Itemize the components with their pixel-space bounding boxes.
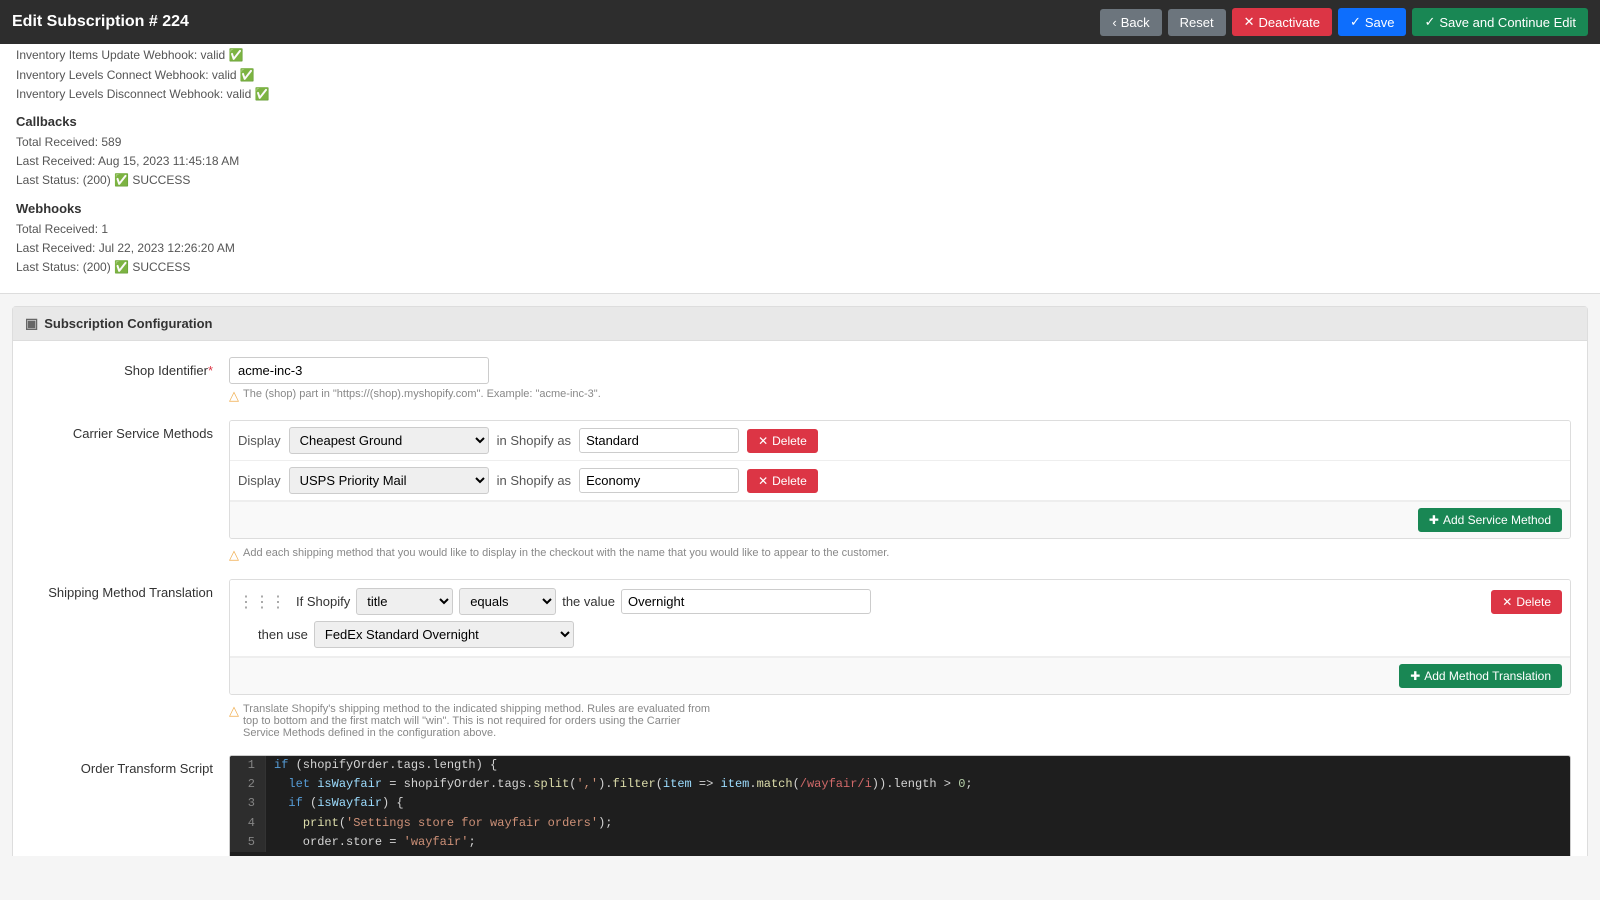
shopify-label-0: in Shopify as — [497, 433, 571, 448]
translation-field-select-0[interactable]: title code description — [356, 588, 453, 615]
x-icon: ✕ — [1244, 14, 1255, 30]
warning-icon-2: △ — [229, 547, 239, 563]
webhooks-total: Total Received: 1 — [16, 220, 1584, 239]
shopify-label-1: in Shopify as — [497, 473, 571, 488]
carrier-row-1: Display Cheapest Ground USPS Priority Ma… — [230, 461, 1570, 501]
reset-button[interactable]: Reset — [1168, 9, 1226, 36]
callbacks-last-status: Last Status: (200) ✅ SUCCESS — [16, 171, 1584, 190]
save-continue-button[interactable]: ✓ Save and Continue Edit — [1412, 8, 1588, 36]
back-icon: ‹ — [1112, 15, 1116, 30]
add-service-method-row: ✚ Add Service Method — [230, 501, 1570, 538]
callbacks-heading: Callbacks — [16, 114, 1584, 129]
check-circle-icon: ✓ — [1424, 14, 1435, 30]
shipping-translation-label: Shipping Method Translation — [29, 579, 229, 600]
display-label-0: Display — [238, 433, 281, 448]
carrier-row-0: Display Cheapest Ground USPS Priority Ma… — [230, 421, 1570, 461]
drag-handle-0[interactable]: ⋮⋮⋮ — [238, 592, 286, 612]
inventory-update-webhook-line: Inventory Items Update Webhook: valid ✅ — [16, 46, 1584, 65]
the-value-label: the value — [562, 594, 615, 609]
add-translation-row: ✚ Add Method Translation — [230, 657, 1570, 694]
if-shopify-label: If Shopify — [296, 594, 350, 609]
plus-circle-icon-2: ✚ — [1410, 669, 1420, 683]
carrier-shopify-input-0[interactable] — [579, 428, 739, 453]
shipping-translation-row: Shipping Method Translation ⋮⋮⋮ If Shopi… — [29, 579, 1571, 739]
code-line-3: 3 if (isWayfair) { — [230, 794, 1570, 813]
shop-identifier-hint: △ The (shop) part in "https://(shop).mys… — [229, 388, 1571, 404]
carrier-delete-button-1[interactable]: ✕ Delete — [747, 469, 818, 493]
action-buttons: ‹ Back Reset ✕ Deactivate ✓ Save ✓ Save … — [1100, 8, 1588, 36]
code-line-4: 4 print('Settings store for wayfair orde… — [230, 814, 1570, 833]
back-button[interactable]: ‹ Back — [1100, 9, 1161, 36]
translation-row-0: ⋮⋮⋮ If Shopify title code description eq… — [230, 580, 1570, 657]
code-line-1: 1 if (shopifyOrder.tags.length) { — [230, 756, 1570, 775]
config-section-header: ▣ Subscription Configuration — [13, 307, 1587, 341]
carrier-display-select-1[interactable]: Cheapest Ground USPS Priority Mail FedEx… — [289, 467, 489, 494]
display-label-1: Display — [238, 473, 281, 488]
webhooks-heading: Webhooks — [16, 201, 1584, 216]
carrier-display-select-0[interactable]: Cheapest Ground USPS Priority Mail FedEx… — [289, 427, 489, 454]
carrier-delete-button-0[interactable]: ✕ Delete — [747, 429, 818, 453]
order-transform-label: Order Transform Script — [29, 755, 229, 776]
translation-condition-select-0[interactable]: equals contains starts_with ends_with — [459, 588, 556, 615]
shop-identifier-input[interactable] — [229, 357, 489, 384]
carrier-hint: △ Add each shipping method that you woul… — [229, 547, 1571, 563]
webhooks-last-status: Last Status: (200) ✅ SUCCESS — [16, 258, 1584, 277]
code-editor[interactable]: 1 if (shopifyOrder.tags.length) { 2 let … — [229, 755, 1571, 856]
order-transform-content: 1 if (shopifyOrder.tags.length) { 2 let … — [229, 755, 1571, 856]
shop-identifier-row: Shop Identifier* △ The (shop) part in "h… — [29, 357, 1571, 404]
add-method-translation-button[interactable]: ✚ Add Method Translation — [1399, 664, 1562, 688]
shop-identifier-label: Shop Identifier* — [29, 357, 229, 378]
webhooks-last-received: Last Received: Jul 22, 2023 12:26:20 AM — [16, 239, 1584, 258]
code-line-5: 5 order.store = 'wayfair'; — [230, 833, 1570, 852]
callbacks-total: Total Received: 589 — [16, 133, 1584, 152]
check-icon: ✓ — [1350, 14, 1361, 30]
inventory-connect-webhook-line: Inventory Levels Connect Webhook: valid … — [16, 66, 1584, 85]
code-line-2: 2 let isWayfair = shopifyOrder.tags.spli… — [230, 775, 1570, 794]
warning-icon: △ — [229, 388, 239, 404]
then-use-select-0[interactable]: FedEx Standard Overnight FedEx 2Day USPS… — [314, 621, 574, 648]
translation-hint-text: Translate Shopify's shipping method to t… — [243, 703, 710, 739]
translation-row-top-0: ⋮⋮⋮ If Shopify title code description eq… — [238, 588, 1562, 615]
carrier-service-methods-content: Display Cheapest Ground USPS Priority Ma… — [229, 420, 1571, 563]
subscription-config-section: ▣ Subscription Configuration Shop Identi… — [12, 306, 1588, 856]
inventory-disconnect-webhook-line: Inventory Levels Disconnect Webhook: val… — [16, 85, 1584, 104]
translation-delete-button-0[interactable]: ✕ Delete — [1491, 590, 1562, 614]
info-section: Fulfillment Service: valid ✅ (Red Stag F… — [0, 0, 1600, 294]
carrier-service-methods-label: Carrier Service Methods — [29, 420, 229, 441]
page-title: Edit Subscription # 224 — [12, 13, 189, 31]
shop-identifier-content: △ The (shop) part in "https://(shop).mys… — [229, 357, 1571, 404]
shipping-translation-content: ⋮⋮⋮ If Shopify title code description eq… — [229, 579, 1571, 739]
warning-icon-3: △ — [229, 703, 239, 719]
config-body: Shop Identifier* △ The (shop) part in "h… — [13, 341, 1587, 856]
add-service-method-button[interactable]: ✚ Add Service Method — [1418, 508, 1562, 532]
carrier-shopify-input-1[interactable] — [579, 468, 739, 493]
carrier-methods-container: Display Cheapest Ground USPS Priority Ma… — [229, 420, 1571, 539]
section-icon: ▣ — [25, 315, 38, 332]
translation-row-bottom-0: then use FedEx Standard Overnight FedEx … — [238, 621, 1562, 648]
callbacks-last-received: Last Received: Aug 15, 2023 11:45:18 AM — [16, 152, 1584, 171]
x-icon-0: ✕ — [758, 434, 768, 448]
translation-hint: △ Translate Shopify's shipping method to… — [229, 703, 1571, 739]
deactivate-button[interactable]: ✕ Deactivate — [1232, 8, 1332, 36]
save-button[interactable]: ✓ Save — [1338, 8, 1407, 36]
x-icon-1: ✕ — [758, 474, 768, 488]
translation-value-input-0[interactable] — [621, 589, 871, 614]
top-bar: Edit Subscription # 224 ‹ Back Reset ✕ D… — [0, 0, 1600, 44]
required-star: * — [208, 363, 213, 378]
x-icon-trans-0: ✕ — [1502, 595, 1512, 609]
then-use-label: then use — [258, 627, 308, 642]
order-transform-row: Order Transform Script 1 if (shopifyOrde… — [29, 755, 1571, 856]
plus-circle-icon: ✚ — [1429, 513, 1439, 527]
translation-container: ⋮⋮⋮ If Shopify title code description eq… — [229, 579, 1571, 695]
main-content: Fulfillment Service: valid ✅ (Red Stag F… — [0, 0, 1600, 856]
carrier-service-methods-row: Carrier Service Methods Display Cheapest… — [29, 420, 1571, 563]
